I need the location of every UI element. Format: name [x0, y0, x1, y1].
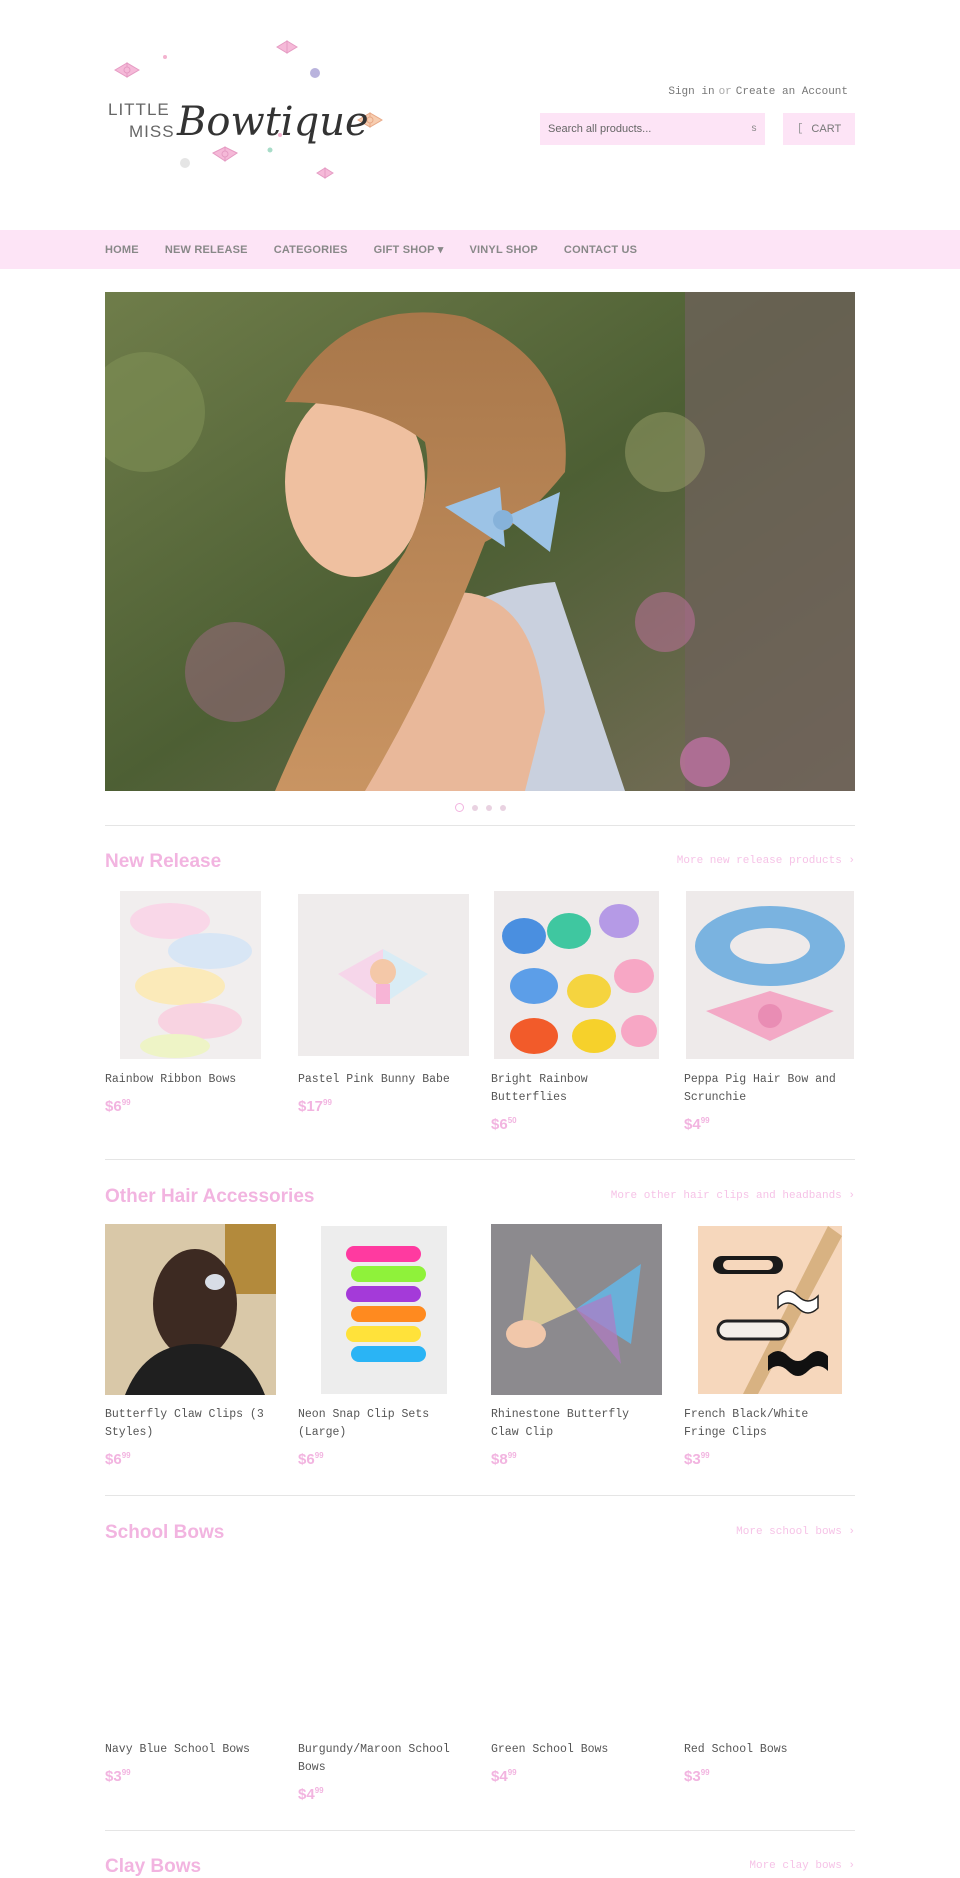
store-logo[interactable]: LITTLE MISS Bowtique	[105, 35, 405, 195]
product-card[interactable]: French Black/White Fringe Clips $399	[684, 1224, 855, 1468]
hero-slideshow[interactable]	[105, 292, 855, 791]
product-price: $699	[105, 1451, 131, 1468]
product-name[interactable]: French Black/White Fringe Clips	[684, 1406, 855, 1442]
product-card[interactable]: Burgundy/Maroon School Bows $499	[298, 1559, 469, 1803]
logo-graphic: LITTLE MISS Bowtique	[108, 40, 383, 179]
product-price: $650	[491, 1116, 517, 1133]
product-image[interactable]	[491, 1224, 662, 1395]
cart-icon: [	[796, 123, 804, 135]
product-card[interactable]: Green School Bows $499	[491, 1559, 662, 1785]
search-bar[interactable]: Search all products... s	[540, 113, 765, 145]
product-card[interactable]: Pastel Pink Bunny Babe $1799	[298, 889, 469, 1115]
nav-item-contact-us[interactable]: CONTACT US	[564, 244, 637, 256]
cart-button[interactable]: [ CART	[783, 113, 855, 145]
product-name[interactable]: Navy Blue School Bows	[105, 1741, 276, 1759]
product-price: $1799	[298, 1098, 332, 1115]
section-other-hair-accessories: Other Hair Accessories More other hair c…	[105, 1186, 855, 1208]
product-card[interactable]: Butterfly Claw Clips (3 Styles) $699	[105, 1224, 276, 1468]
product-image[interactable]	[684, 1559, 855, 1730]
product-price: $699	[298, 1451, 324, 1468]
nav-item-categories[interactable]: CATEGORIES	[274, 244, 348, 256]
logo-script: Bowtique	[176, 99, 369, 145]
product-image[interactable]	[105, 1224, 276, 1395]
section-school-bows: School Bows More school bows ›	[105, 1522, 855, 1544]
slideshow-dots	[0, 799, 960, 817]
product-price: $499	[298, 1786, 324, 1803]
search-input[interactable]: Search all products...	[548, 123, 751, 135]
product-card[interactable]: Red School Bows $399	[684, 1559, 855, 1785]
logo-little: LITTLE	[108, 100, 170, 119]
search-icon[interactable]: s	[751, 124, 757, 135]
product-name[interactable]: Green School Bows	[491, 1741, 662, 1759]
product-name[interactable]: Rainbow Ribbon Bows	[105, 1071, 276, 1089]
product-image[interactable]	[491, 889, 662, 1060]
product-price: $399	[684, 1768, 710, 1785]
nav-item-new-release[interactable]: NEW RELEASE	[165, 244, 248, 256]
slide-dot[interactable]	[499, 804, 506, 811]
product-name[interactable]: Peppa Pig Hair Bow and Scrunchie	[684, 1071, 855, 1107]
product-image[interactable]	[298, 889, 469, 1060]
slide-dot[interactable]	[454, 803, 464, 813]
nav-item-gift-shop[interactable]: GIFT SHOP ▾	[374, 243, 444, 256]
product-image[interactable]	[298, 1559, 469, 1730]
product-card[interactable]: Navy Blue School Bows $399	[105, 1559, 276, 1785]
nav-item-home[interactable]: HOME	[105, 244, 139, 256]
product-price: $899	[491, 1451, 517, 1468]
product-name[interactable]: Red School Bows	[684, 1741, 855, 1759]
divider	[105, 1159, 855, 1160]
account-links: Sign in or Create an Account	[668, 86, 848, 98]
hero-image	[105, 292, 855, 791]
product-name[interactable]: Pastel Pink Bunny Babe	[298, 1071, 469, 1089]
product-price: $499	[684, 1116, 710, 1133]
product-image[interactable]	[684, 889, 855, 1060]
product-price: $699	[105, 1098, 131, 1115]
slide-dot[interactable]	[485, 804, 492, 811]
or-text: or	[718, 86, 732, 98]
product-card[interactable]: Rhinestone Butterfly Claw Clip $899	[491, 1224, 662, 1468]
divider	[105, 1495, 855, 1496]
product-card[interactable]: Bright Rainbow Butterflies $650	[491, 889, 662, 1133]
product-price: $499	[491, 1768, 517, 1785]
slide-dot[interactable]	[471, 804, 478, 811]
divider	[105, 825, 855, 826]
product-image[interactable]	[105, 1559, 276, 1730]
product-name[interactable]: Rhinestone Butterfly Claw Clip	[491, 1406, 662, 1442]
cart-label: CART	[811, 123, 842, 135]
product-image[interactable]	[105, 889, 276, 1060]
product-image[interactable]	[491, 1559, 662, 1730]
site-header: LITTLE MISS Bowtique Sign in or Create an …	[0, 0, 960, 230]
divider	[105, 1830, 855, 1831]
section-new-release: New Release More new release products ›	[105, 851, 855, 873]
product-name[interactable]: Neon Snap Clip Sets (Large)	[298, 1406, 469, 1442]
product-price: $399	[105, 1768, 131, 1785]
more-link[interactable]: More clay bows ›	[749, 1860, 855, 1872]
main-nav: HOME NEW RELEASE CATEGORIES GIFT SHOP ▾ …	[0, 230, 960, 269]
nav-item-vinyl-shop[interactable]: VINYL SHOP	[469, 244, 537, 256]
product-card[interactable]: Rainbow Ribbon Bows $699	[105, 889, 276, 1115]
sign-in-link[interactable]: Sign in	[668, 86, 714, 98]
product-name[interactable]: Burgundy/Maroon School Bows	[298, 1741, 469, 1777]
product-image[interactable]	[298, 1224, 469, 1395]
more-link[interactable]: More other hair clips and headbands ›	[611, 1190, 855, 1202]
product-card[interactable]: Peppa Pig Hair Bow and Scrunchie $499	[684, 889, 855, 1133]
product-price: $399	[684, 1451, 710, 1468]
create-account-link[interactable]: Create an Account	[736, 86, 848, 98]
more-link[interactable]: More school bows ›	[736, 1526, 855, 1538]
product-name[interactable]: Bright Rainbow Butterflies	[491, 1071, 662, 1107]
product-name[interactable]: Butterfly Claw Clips (3 Styles)	[105, 1406, 276, 1442]
product-image[interactable]	[684, 1224, 855, 1395]
logo-miss: MISS	[129, 122, 175, 141]
more-link[interactable]: More new release products ›	[677, 855, 855, 867]
product-card[interactable]: Neon Snap Clip Sets (Large) $699	[298, 1224, 469, 1468]
